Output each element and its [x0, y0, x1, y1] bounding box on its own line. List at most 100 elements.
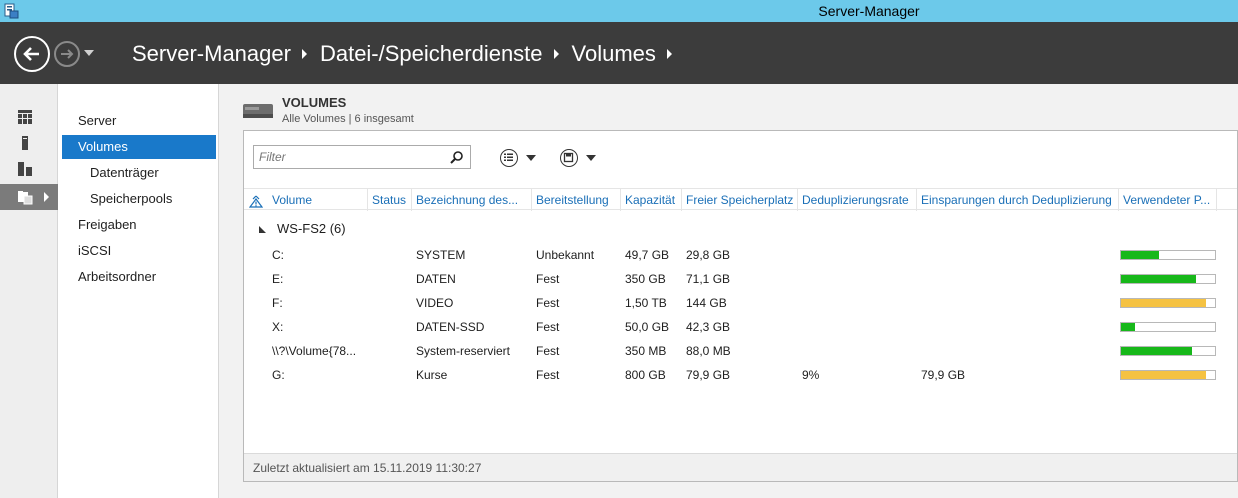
navigation-pane: Server Volumes Datenträger Speicherpools… [58, 84, 219, 498]
rail-file-storage[interactable] [0, 184, 58, 210]
cell-label: SYSTEM [416, 248, 466, 262]
list-options-icon [504, 153, 513, 161]
rail-dashboard[interactable] [0, 104, 58, 130]
cell-label: DATEN-SSD [416, 320, 485, 334]
filter-box [253, 145, 471, 169]
collapse-triangle-icon[interactable] [259, 226, 266, 233]
nav-item-arbeitsordner[interactable]: Arbeitsordner [62, 265, 216, 289]
used-percent-fill [1121, 299, 1206, 307]
cell-label: DATEN [416, 272, 456, 286]
table-row[interactable]: X: DATEN-SSD Fest 50,0 GB 42,3 GB [244, 315, 1237, 339]
table-row[interactable]: \\?\Volume{78... System-reserviert Fest 350… [244, 339, 1237, 363]
save-query-button[interactable] [560, 149, 600, 167]
column-header-used-percent[interactable]: Verwendeter P... [1119, 189, 1217, 211]
nav-item-iscsi[interactable]: iSCSI [62, 239, 216, 263]
cell-provisioning: Unbekannt [536, 248, 595, 262]
used-percent-bar [1120, 322, 1216, 332]
cell-free: 29,8 GB [686, 248, 731, 262]
cell-dedup-savings: 79,9 GB [921, 368, 966, 382]
cell-provisioning: Fest [536, 368, 560, 382]
cell-capacity: 49,7 GB [625, 248, 670, 262]
dashboard-icon [18, 110, 32, 124]
arrow-right-icon [61, 49, 74, 59]
cell-provisioning: Fest [536, 344, 560, 358]
content-area: VOLUMES Alle Volumes | 6 insgesamt Filte… [219, 84, 1238, 498]
breadcrumb-separator-icon[interactable] [301, 49, 307, 59]
used-percent-bar [1120, 274, 1216, 284]
cell-capacity: 50,0 GB [625, 320, 670, 334]
cell-capacity: 800 GB [625, 368, 666, 382]
last-updated-text: Zuletzt aktualisiert am 15.11.2019 11:30… [253, 461, 482, 475]
nav-item-server[interactable]: Server [62, 109, 216, 133]
history-dropdown-icon[interactable] [84, 50, 94, 56]
column-header-dedup-savings[interactable]: Einsparungen durch Deduplizierung [917, 189, 1119, 211]
table-header: Volume Status Bezeichnung des... Bereits… [244, 188, 1237, 211]
cell-volume: G: [272, 368, 285, 382]
cell-dedup-rate: 9% [802, 368, 820, 382]
used-percent-fill [1121, 371, 1206, 379]
cell-capacity: 350 MB [625, 344, 667, 358]
expand-arrow-icon[interactable] [44, 192, 49, 202]
volume-drive-icon [243, 104, 273, 118]
column-header-label[interactable]: Bezeichnung des... [412, 189, 532, 211]
cell-label: Kurse [416, 368, 448, 382]
rail-local-server[interactable] [0, 130, 58, 156]
column-header-free-space[interactable]: Freier Speicherplatz [682, 189, 798, 211]
used-percent-fill [1121, 251, 1159, 259]
window-title: Server-Manager [818, 3, 920, 19]
cell-volume: F: [272, 296, 283, 310]
filter-input[interactable] [259, 147, 449, 167]
volumes-panel: Volume Status Bezeichnung des... Bereits… [243, 130, 1238, 482]
title-bar: Server-Manager [0, 0, 1238, 22]
cell-label: VIDEO [416, 296, 454, 310]
breadcrumb-separator-icon[interactable] [553, 49, 559, 59]
breadcrumb: Server-Manager Datei-/Speicherdienste Vo… [132, 40, 685, 68]
table-row[interactable]: E: DATEN Fest 350 GB 71,1 GB [244, 267, 1237, 291]
forward-button[interactable] [54, 41, 80, 67]
group-label: WS-FS2 (6) [277, 221, 346, 236]
used-percent-bar [1120, 298, 1216, 308]
cell-provisioning: Fest [536, 272, 560, 286]
column-header-dedup-rate[interactable]: Deduplizierungsrate [798, 189, 917, 211]
cell-free: 144 GB [686, 296, 727, 310]
breadcrumb-file-storage[interactable]: Datei-/Speicherdienste [320, 41, 543, 67]
arrow-left-icon [23, 47, 39, 61]
breadcrumb-server-manager[interactable]: Server-Manager [132, 41, 291, 67]
status-footer: Zuletzt aktualisiert am 15.11.2019 11:30… [244, 453, 1237, 481]
tile-title: VOLUMES [282, 95, 347, 110]
column-header-provisioning[interactable]: Bereitstellung [532, 189, 621, 211]
breadcrumb-separator-icon[interactable] [666, 49, 672, 59]
nav-item-volumes[interactable]: Volumes [62, 135, 216, 159]
nav-item-datentraeger[interactable]: Datenträger [62, 161, 216, 185]
column-header-volume[interactable]: Volume [268, 189, 368, 211]
cell-volume: X: [272, 320, 284, 334]
nav-item-freigaben[interactable]: Freigaben [62, 213, 216, 237]
all-servers-icon [18, 162, 32, 176]
column-header-status[interactable]: Status [368, 189, 412, 211]
nav-item-speicherpools[interactable]: Speicherpools [62, 187, 216, 211]
warning-column-icon[interactable] [249, 192, 263, 208]
table-row[interactable]: G: Kurse Fest 800 GB 79,9 GB 9% 79,9 GB [244, 363, 1237, 387]
column-header-capacity[interactable]: Kapazität [621, 189, 682, 211]
search-icon[interactable] [450, 150, 464, 164]
cell-volume: \\?\Volume{78... [272, 344, 357, 358]
chevron-down-icon [586, 155, 596, 161]
back-button[interactable] [14, 36, 50, 72]
icon-rail [0, 84, 58, 498]
cell-free: 88,0 MB [686, 344, 731, 358]
table-row[interactable]: C: SYSTEM Unbekannt 49,7 GB 29,8 GB [244, 243, 1237, 267]
chevron-down-icon [526, 155, 536, 161]
table-row[interactable]: F: VIDEO Fest 1,50 TB 144 GB [244, 291, 1237, 315]
tile-subtitle: Alle Volumes | 6 insgesamt [282, 113, 414, 125]
breadcrumb-volumes[interactable]: Volumes [572, 41, 656, 67]
rail-all-servers[interactable] [0, 156, 58, 182]
cell-label: System-reserviert [416, 344, 511, 358]
local-server-icon [22, 136, 28, 150]
used-percent-fill [1121, 347, 1192, 355]
file-storage-icon [18, 191, 33, 205]
used-percent-fill [1121, 323, 1136, 331]
cell-volume: E: [272, 272, 284, 286]
view-options-button[interactable] [500, 149, 540, 167]
cell-capacity: 1,50 TB [625, 296, 667, 310]
used-percent-fill [1121, 275, 1197, 283]
